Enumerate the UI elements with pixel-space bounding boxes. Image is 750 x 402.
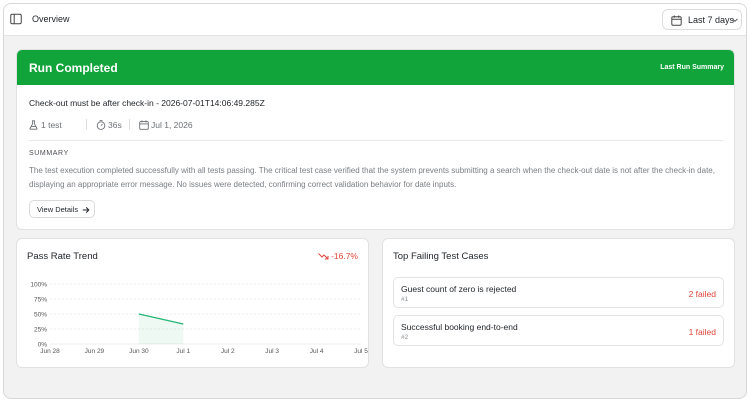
- view-details-label: View Details: [37, 205, 79, 214]
- y-tick-label: 75%: [34, 297, 47, 304]
- x-tick-label: Jul 3: [265, 348, 279, 355]
- trending-down-icon: [318, 253, 329, 260]
- timer-icon: [96, 120, 106, 130]
- date-range-label: Last 7 days: [688, 15, 735, 25]
- pass-rate-trend-card: Pass Rate Trend -16.7% 0% 25% 50% 75% 100% Ju…: [16, 238, 369, 368]
- failing-test-name: Guest count of zero is rejected: [401, 284, 517, 294]
- top-bar: Overview Last 7 days: [4, 4, 746, 36]
- meta-divider: [129, 119, 130, 130]
- divider: [29, 140, 723, 141]
- failure-count: 2 failed: [688, 289, 716, 299]
- calendar-icon: [671, 15, 682, 26]
- summary-text: The test execution completed successfull…: [29, 166, 715, 189]
- failure-count: 1 failed: [688, 327, 716, 337]
- page-title: Overview: [32, 14, 70, 24]
- trend-title: Pass Rate Trend: [27, 251, 98, 262]
- arrow-right-icon: [82, 207, 90, 213]
- run-status-banner: Run Completed Last Run Summary: [17, 50, 734, 85]
- last-run-card: Run Completed Last Run Summary Check-out…: [16, 49, 735, 230]
- chevron-down-icon: [732, 18, 738, 23]
- sidebar-toggle-icon[interactable]: [10, 13, 22, 25]
- view-details-button[interactable]: View Details: [29, 200, 95, 218]
- failing-test-name: Successful booking end-to-end: [401, 322, 518, 332]
- test-count: 1 test: [41, 120, 62, 130]
- y-tick-label: 25%: [34, 327, 47, 334]
- y-tick-label: 50%: [34, 312, 47, 319]
- pass-rate-chart: 0%25%50%75%100%Jun 28 Jun 29 Jun 30 Jul 1 Ju…: [30, 282, 368, 356]
- x-tick-label: Jul 5: [354, 348, 368, 355]
- failing-test-id: #1: [401, 296, 409, 303]
- x-tick-label: Jul 4: [310, 348, 324, 355]
- run-date: Jul 1, 2026: [151, 120, 193, 130]
- run-status-title: Run Completed: [29, 61, 118, 75]
- trend-delta-value: -16.7%: [331, 251, 358, 261]
- x-tick-label: Jun 29: [85, 348, 105, 355]
- x-tick-label: Jul 1: [176, 348, 190, 355]
- summary-heading: SUMMARY: [29, 150, 69, 157]
- calendar-icon: [139, 120, 149, 130]
- top-failing-card: Top Failing Test Cases Guest count of ze…: [382, 238, 735, 368]
- failing-test-row[interactable]: Guest count of zero is rejected #1 2 fai…: [393, 277, 724, 308]
- date-range-select[interactable]: Last 7 days: [662, 9, 742, 30]
- failing-test-row[interactable]: Successful booking end-to-end #2 1 faile…: [393, 315, 724, 346]
- x-tick-label: Jun 30: [129, 348, 149, 355]
- x-tick-label: Jul 2: [221, 348, 235, 355]
- meta-divider: [86, 119, 87, 130]
- app-window: Overview Last 7 days Run Completed Last …: [3, 3, 747, 399]
- flask-icon: [29, 120, 38, 130]
- run-duration: 36s: [108, 120, 122, 130]
- x-tick-label: Jun 28: [40, 348, 60, 355]
- last-run-summary-tag: Last Run Summary: [660, 64, 724, 71]
- y-tick-label: 100%: [30, 282, 47, 289]
- failing-test-id: #2: [401, 334, 409, 341]
- failing-title: Top Failing Test Cases: [393, 251, 489, 262]
- run-name: Check-out must be after check-in - 2026-…: [29, 98, 265, 108]
- trend-delta: -16.7%: [318, 251, 358, 261]
